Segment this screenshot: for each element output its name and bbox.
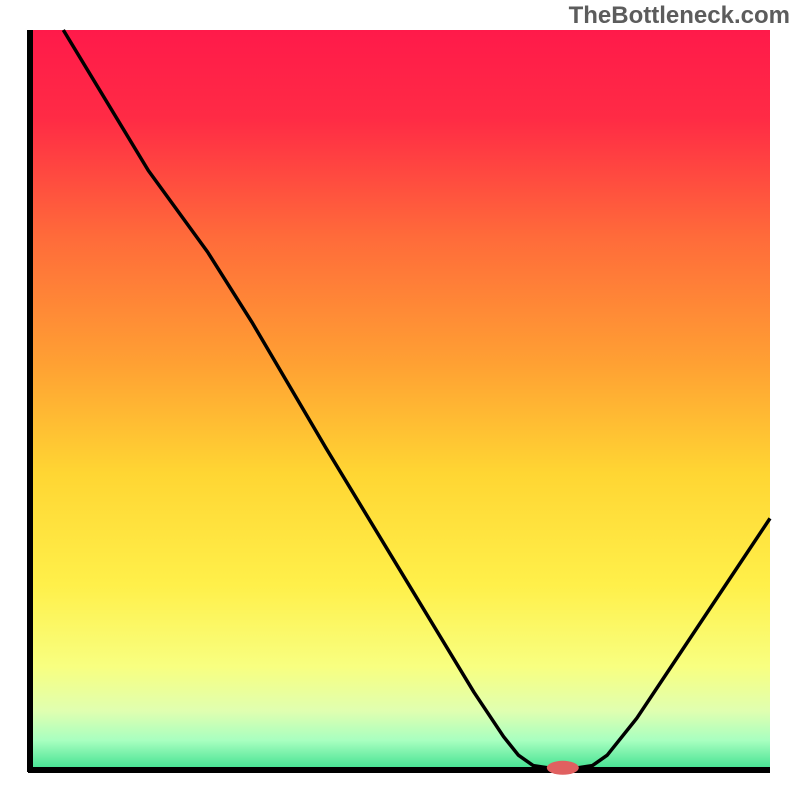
plot-background [30, 30, 770, 770]
chart-svg [0, 0, 800, 800]
watermark-label: TheBottleneck.com [569, 2, 790, 30]
optimum-marker [547, 761, 579, 775]
chart-container: TheBottleneck.com [0, 0, 800, 800]
